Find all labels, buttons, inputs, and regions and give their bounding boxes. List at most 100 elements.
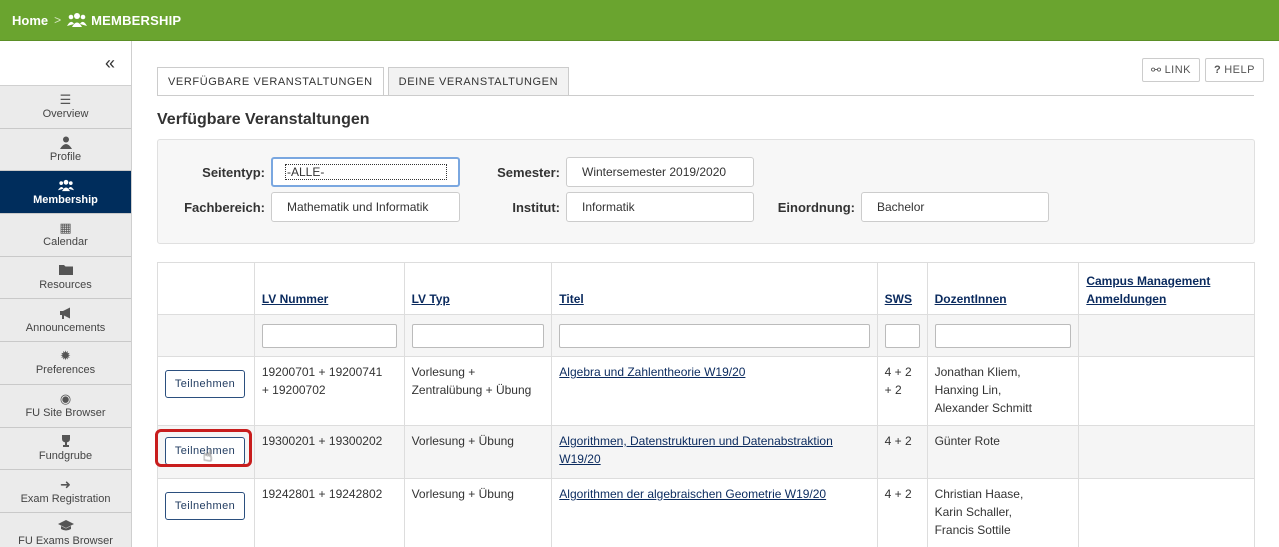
lv-nummer-line: 19300201 + 19300202 [261, 434, 383, 448]
breadcrumb-separator: > [54, 13, 62, 27]
einordnung-select[interactable]: Bachelor [861, 192, 1049, 222]
table-filter-row [158, 315, 1254, 357]
lv-typ-line: Vorlesung + Übung [411, 434, 514, 448]
titel-cell: Algorithmen der algebraischen Geometrie … [552, 479, 878, 547]
titel-cell: Algebra und Zahlentheorie W19/20 [552, 357, 878, 425]
hand-cursor-icon: ☝ [203, 448, 213, 465]
lv-nummer-filter-input[interactable] [261, 323, 397, 348]
lv-nummer-cell: 19242801 + 19242802 [254, 479, 405, 547]
dozent-line: Francis Sottile [934, 523, 1011, 537]
lv-nummer-cell: 19300201 + 19300202 [254, 426, 405, 478]
folder-icon [58, 264, 73, 279]
lv-typ-filter-input[interactable] [411, 323, 545, 348]
filter-cell [927, 315, 1080, 356]
course-title-link[interactable]: Algorithmen der algebraischen Geometrie … [559, 487, 826, 501]
link-button[interactable]: ⚯ LINK [1142, 58, 1201, 82]
sidebar: « ☰ Overview Profile Membership ▦ Calendar… [0, 41, 132, 547]
header-lv-nummer-label: LV Nummer [261, 292, 329, 306]
tab-verfuegbare-veranstaltungen[interactable]: VERFÜGBARE VERANSTALTUNGEN [157, 67, 384, 96]
header-lv-nummer[interactable]: LV Nummer [255, 263, 405, 314]
semester-label: Semester: [497, 165, 560, 180]
sidebar-item-label: Exam Registration [20, 492, 111, 505]
sidebar-item-membership[interactable]: Membership [0, 171, 131, 215]
lv-nummer-line: 19242801 + 19242802 [261, 487, 383, 501]
dozent-line: Alexander Schmitt [934, 401, 1032, 415]
main-content: VERFÜGBARE VERANSTALTUNGEN DEINE VERANST… [132, 41, 1279, 547]
sws-line: 4 + 2 [884, 487, 912, 501]
fachbereich-label: Fachbereich: [184, 200, 265, 215]
teilnehmen-button[interactable]: Teilnehmen [165, 492, 245, 520]
breadcrumb-home[interactable]: Home [12, 13, 48, 28]
header-dozentinnen[interactable]: DozentInnen [928, 263, 1080, 314]
sidebar-item-overview[interactable]: ☰ Overview [0, 86, 131, 129]
semester-value: Wintersemester 2019/2020 [582, 165, 727, 179]
help-button[interactable]: ? HELP [1205, 58, 1264, 82]
sidebar-item-label: Fundgrube [38, 449, 93, 462]
sidebar-item-label: Overview [42, 108, 89, 121]
sidebar-item-label: Calendar [43, 236, 88, 249]
people-icon [57, 179, 74, 194]
sidebar-item-calendar[interactable]: ▦ Calendar [0, 214, 131, 257]
sidebar-item-fu-exams-browser[interactable]: FU Exams Browser [0, 512, 131, 547]
help-button-label: HELP [1224, 64, 1255, 76]
sign-in-icon: ➜ [60, 476, 71, 492]
course-title-link[interactable]: Algebra und Zahlentheorie W19/20 [559, 365, 745, 379]
semester-select[interactable]: Wintersemester 2019/2020 [566, 157, 754, 187]
lv-nummer-line: + 19200702 [261, 383, 326, 397]
header-campus-label-2: Anmeldungen [1086, 292, 1167, 306]
sidebar-item-label: Preferences [35, 364, 96, 377]
institut-label: Institut: [512, 200, 560, 215]
sidebar-item-exam-registration[interactable]: ➜ Exam Registration [0, 470, 131, 513]
people-icon [67, 12, 88, 28]
sidebar-item-preferences[interactable]: ✹ Preferences [0, 342, 131, 385]
fachbereich-select[interactable]: Mathematik und Informatik [271, 192, 460, 222]
lv-typ-cell: Vorlesung + Übung [404, 479, 553, 547]
seitentyp-value: -ALLE- [285, 164, 447, 180]
header-titel[interactable]: Titel [552, 263, 878, 314]
lv-typ-line: Zentralübung + Übung [411, 383, 532, 397]
lv-nummer-line: 19200701 + 19200741 [261, 365, 383, 379]
sidebar-item-announcements[interactable]: Announcements [0, 299, 131, 343]
titel-cell: Algorithmen, Datenstrukturen und Datenab… [552, 426, 878, 478]
header-campus-management[interactable]: Campus Management Anmeldungen [1079, 263, 1254, 314]
dozent-line: Christian Haase, [934, 487, 1024, 501]
compass-icon: ◉ [59, 391, 72, 407]
link-icon: ⚯ [1151, 63, 1162, 77]
sws-line: 4 + 2 [884, 434, 912, 448]
lv-typ-line: Vorlesung + Übung [411, 487, 514, 501]
teilnehmen-button[interactable]: Teilnehmen [165, 370, 245, 398]
calendar-icon: ▦ [59, 220, 72, 236]
table-row: Teilnehmen 19242801 + 19242802 Vorlesung… [158, 479, 1254, 547]
institut-select[interactable]: Informatik [566, 192, 754, 222]
titel-filter-input[interactable] [559, 323, 870, 348]
link-button-label: LINK [1164, 64, 1192, 76]
sidebar-item-label: Profile [49, 151, 82, 164]
courses-table: LV Nummer LV Typ Titel SWS DozentInnen C… [155, 262, 1255, 547]
action-cell: Teilnehmen [158, 357, 255, 425]
collapse-sidebar-button[interactable]: « [0, 41, 131, 86]
list-icon: ☰ [59, 92, 72, 108]
top-bar: Home > MEMBERSHIP [0, 0, 1279, 41]
sws-filter-input[interactable] [884, 323, 920, 348]
dozentinnen-cell: Günter Rote [927, 426, 1080, 478]
double-chevron-left-icon: « [104, 52, 115, 73]
dozent-line: Hanxing Lin, [934, 383, 1002, 397]
gear-icon: ✹ [60, 348, 71, 364]
course-title-link[interactable]: Algorithmen, Datenstrukturen und Datenab… [559, 434, 833, 448]
einordnung-value: Bachelor [877, 200, 925, 214]
sidebar-item-label: Announcements [25, 321, 106, 334]
course-title-link[interactable]: W19/20 [559, 452, 600, 466]
header-lv-typ-label: LV Typ [411, 292, 450, 306]
sidebar-item-fundgrube[interactable]: Fundgrube [0, 427, 131, 471]
tab-deine-veranstaltungen[interactable]: DEINE VERANSTALTUNGEN [387, 67, 570, 95]
campus-cell [1079, 357, 1254, 425]
seitentyp-select[interactable]: -ALLE- [271, 157, 460, 187]
header-lv-typ[interactable]: LV Typ [405, 263, 553, 314]
dozentinnen-filter-input[interactable] [934, 323, 1072, 348]
filter-cell [552, 315, 878, 356]
megaphone-icon [59, 307, 73, 322]
sidebar-item-resources[interactable]: Resources [0, 256, 131, 300]
sidebar-item-profile[interactable]: Profile [0, 128, 131, 172]
sidebar-item-fu-site-browser[interactable]: ◉ FU Site Browser [0, 384, 131, 428]
header-sws[interactable]: SWS [878, 263, 928, 314]
